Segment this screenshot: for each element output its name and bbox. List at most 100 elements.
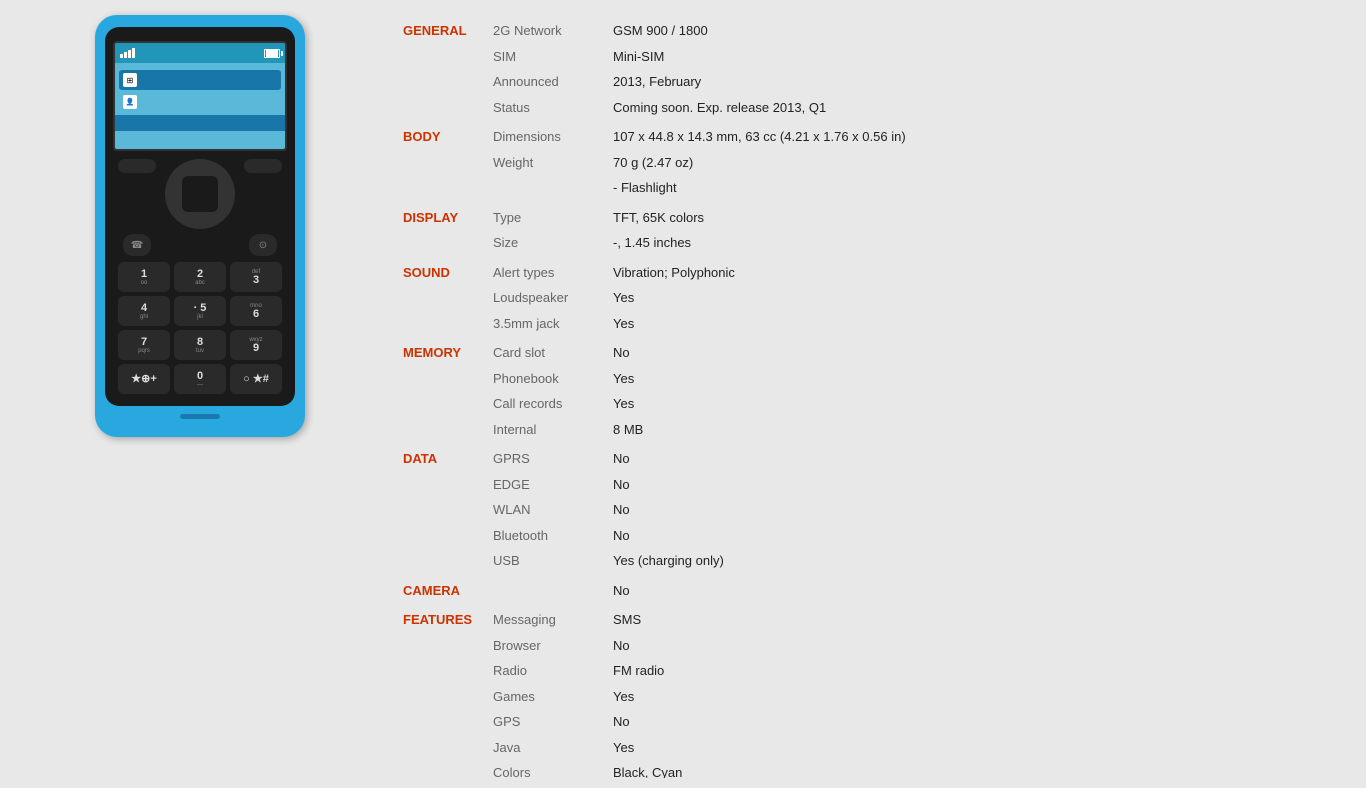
- field-cell: Type: [485, 205, 605, 231]
- phone-bottom-bump: [180, 414, 220, 419]
- table-row: GPSNo: [395, 709, 1341, 735]
- field-cell: 2G Network: [485, 18, 605, 44]
- key-4[interactable]: 4 ghi: [118, 296, 170, 326]
- field-cell: USB: [485, 548, 605, 574]
- value-cell: Yes: [605, 684, 1341, 710]
- camera-button[interactable]: ⊙: [249, 234, 277, 256]
- table-row: Size-, 1.45 inches: [395, 230, 1341, 256]
- field-cell: [485, 578, 605, 604]
- field-cell: 3.5mm jack: [485, 311, 605, 337]
- key-5[interactable]: · 5 jkl: [174, 296, 226, 326]
- category-cell: CAMERA: [395, 578, 485, 604]
- converter-icon: 👤: [123, 95, 137, 109]
- value-cell: Coming soon. Exp. release 2013, Q1: [605, 95, 1341, 121]
- value-cell: No: [605, 446, 1341, 472]
- table-row: GENERAL2G NetworkGSM 900 / 1800: [395, 18, 1341, 44]
- field-cell: Games: [485, 684, 605, 710]
- category-cell: [395, 311, 485, 337]
- field-cell: Size: [485, 230, 605, 256]
- field-cell: [485, 175, 605, 201]
- category-cell: [395, 366, 485, 392]
- screen-bottom-bar: [115, 115, 285, 131]
- category-cell: DATA: [395, 446, 485, 472]
- key-star[interactable]: ★⊕+: [118, 364, 170, 394]
- field-cell: Internal: [485, 417, 605, 443]
- category-cell: [395, 391, 485, 417]
- key-1[interactable]: 1 oo: [118, 262, 170, 292]
- table-row: - Flashlight: [395, 175, 1341, 201]
- field-cell: Messaging: [485, 607, 605, 633]
- screen-top-bar: [115, 43, 285, 63]
- value-cell: No: [605, 497, 1341, 523]
- value-cell: No: [605, 709, 1341, 735]
- value-cell: Yes: [605, 366, 1341, 392]
- value-cell: Yes: [605, 285, 1341, 311]
- left-soft-key[interactable]: [118, 159, 156, 173]
- field-cell: Colors: [485, 760, 605, 778]
- category-cell: [395, 285, 485, 311]
- battery-icon: [264, 49, 280, 58]
- value-cell: SMS: [605, 607, 1341, 633]
- dpad-inner: [182, 176, 218, 212]
- calculator-icon: ⊞: [123, 73, 137, 87]
- table-row: StatusComing soon. Exp. release 2013, Q1: [395, 95, 1341, 121]
- right-soft-key[interactable]: [244, 159, 282, 173]
- key-9[interactable]: wxyz 9: [230, 330, 282, 360]
- menu-item-calculator: ⊞: [119, 70, 281, 90]
- table-row: ColorsBlack, Cyan: [395, 760, 1341, 778]
- table-row: Call recordsYes: [395, 391, 1341, 417]
- key-6[interactable]: mno 6: [230, 296, 282, 326]
- screen-menu: ⊞ 👤: [115, 63, 285, 112]
- value-cell: FM radio: [605, 658, 1341, 684]
- category-cell: FEATURES: [395, 607, 485, 633]
- field-cell: Browser: [485, 633, 605, 659]
- signal-bars: [120, 48, 135, 58]
- table-row: Announced2013, February: [395, 69, 1341, 95]
- value-cell: No: [605, 472, 1341, 498]
- key-8[interactable]: 8 tuv: [174, 330, 226, 360]
- table-row: SOUNDAlert typesVibration; Polyphonic: [395, 260, 1341, 286]
- field-cell: GPS: [485, 709, 605, 735]
- category-cell: [395, 497, 485, 523]
- field-cell: Java: [485, 735, 605, 761]
- dpad[interactable]: [165, 159, 235, 229]
- category-cell: [395, 523, 485, 549]
- key-0[interactable]: 0 —: [174, 364, 226, 394]
- table-row: BODYDimensions107 x 44.8 x 14.3 mm, 63 c…: [395, 124, 1341, 150]
- category-cell: [395, 658, 485, 684]
- field-cell: GPRS: [485, 446, 605, 472]
- value-cell: 2013, February: [605, 69, 1341, 95]
- specs-container: GENERAL2G NetworkGSM 900 / 1800SIMMini-S…: [380, 10, 1356, 778]
- key-3[interactable]: def 3: [230, 262, 282, 292]
- category-cell: [395, 44, 485, 70]
- value-cell: 70 g (2.47 oz): [605, 150, 1341, 176]
- table-row: BluetoothNo: [395, 523, 1341, 549]
- table-row: FEATURESMessagingSMS: [395, 607, 1341, 633]
- value-cell: 8 MB: [605, 417, 1341, 443]
- category-cell: [395, 760, 485, 778]
- value-cell: TFT, 65K colors: [605, 205, 1341, 231]
- table-row: RadioFM radio: [395, 658, 1341, 684]
- table-row: Weight70 g (2.47 oz): [395, 150, 1341, 176]
- table-row: SIMMini-SIM: [395, 44, 1341, 70]
- category-cell: GENERAL: [395, 18, 485, 44]
- value-cell: Vibration; Polyphonic: [605, 260, 1341, 286]
- camera-icon: ⊙: [259, 240, 267, 251]
- table-row: WLANNo: [395, 497, 1341, 523]
- phone-container: ⊞ 👤: [20, 10, 380, 778]
- value-cell: Yes: [605, 311, 1341, 337]
- category-cell: BODY: [395, 124, 485, 150]
- table-row: DATAGPRSNo: [395, 446, 1341, 472]
- category-cell: [395, 150, 485, 176]
- key-7[interactable]: 7 pqrs: [118, 330, 170, 360]
- key-2[interactable]: 2 abc: [174, 262, 226, 292]
- category-cell: [395, 633, 485, 659]
- value-cell: -, 1.45 inches: [605, 230, 1341, 256]
- value-cell: 107 x 44.8 x 14.3 mm, 63 cc (4.21 x 1.76…: [605, 124, 1341, 150]
- category-cell: [395, 735, 485, 761]
- table-row: MEMORYCard slotNo: [395, 340, 1341, 366]
- key-hash[interactable]: ○ ★#: [230, 364, 282, 394]
- call-button[interactable]: ☎: [123, 234, 151, 256]
- phone-screen: ⊞ 👤: [113, 41, 287, 151]
- value-cell: Yes: [605, 735, 1341, 761]
